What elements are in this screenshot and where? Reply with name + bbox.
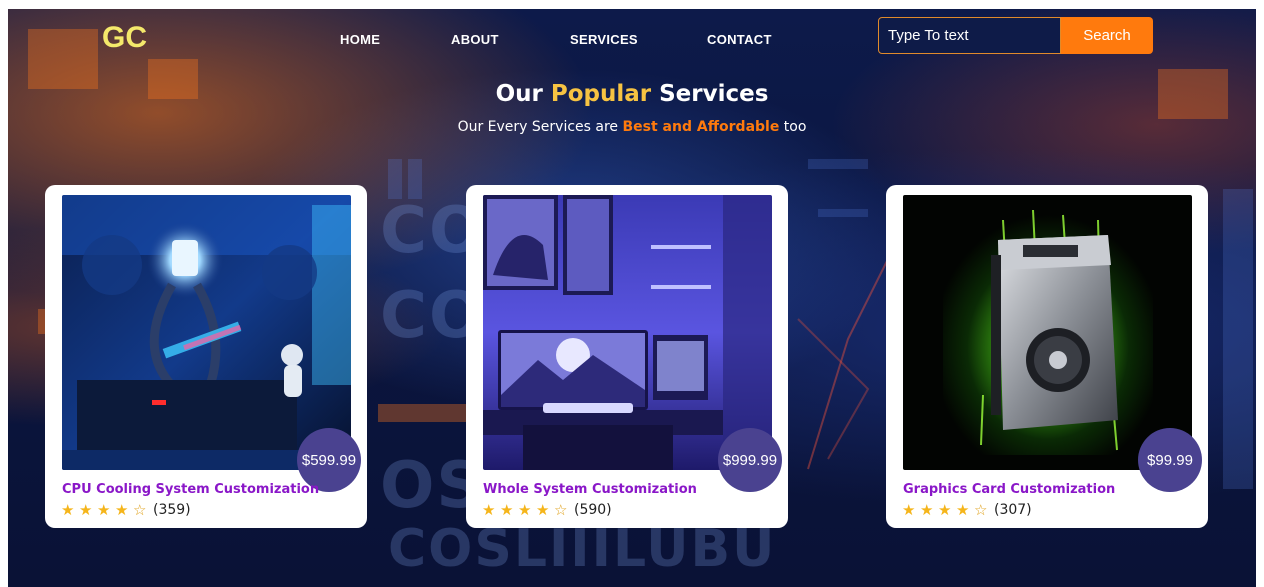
section-subtitle: Our Every Services are Best and Affordab… (8, 119, 1256, 135)
star-filled-icon: ★ (97, 501, 111, 519)
section-title-part2: Services (651, 81, 769, 107)
star-empty-icon: ☆ (133, 501, 147, 519)
star-filled-icon: ★ (500, 501, 514, 519)
nav-home[interactable]: HOME (340, 32, 380, 47)
star-filled-icon: ★ (61, 501, 75, 519)
star-filled-icon: ★ (938, 501, 952, 519)
pc-cooling-image (62, 195, 351, 470)
star-filled-icon: ★ (482, 501, 496, 519)
desk-setup-image (483, 195, 772, 470)
service-card[interactable]: $999.99 Whole System Customization ★ ★ ★… (466, 185, 788, 528)
price-badge: $999.99 (718, 428, 782, 492)
rating: ★ ★ ★ ★ ☆ (590) (482, 501, 612, 519)
search-input[interactable] (878, 17, 1061, 54)
rating: ★ ★ ★ ★ ☆ (359) (61, 501, 191, 519)
star-empty-icon: ☆ (974, 501, 988, 519)
star-filled-icon: ★ (115, 501, 129, 519)
section-title-accent: Popular (550, 81, 652, 107)
rating: ★ ★ ★ ★ ☆ (307) (902, 501, 1032, 519)
rating-count: (359) (153, 502, 191, 518)
section-title-part1: Our (495, 81, 551, 107)
price-badge: $99.99 (1138, 428, 1202, 492)
star-filled-icon: ★ (956, 501, 970, 519)
star-filled-icon: ★ (536, 501, 550, 519)
section-subtitle-part2: too (779, 119, 807, 135)
star-filled-icon: ★ (518, 501, 532, 519)
star-empty-icon: ☆ (554, 501, 568, 519)
star-filled-icon: ★ (902, 501, 916, 519)
rating-count: (590) (574, 502, 612, 518)
card-title[interactable]: Graphics Card Customization (903, 482, 1115, 497)
logo[interactable]: GC (102, 21, 147, 55)
section-subtitle-accent: Best and Affordable (622, 119, 780, 135)
rating-count: (307) (994, 502, 1032, 518)
search-bar: Search (878, 17, 1153, 54)
section-title: Our Popular Services (8, 81, 1256, 107)
nav-contact[interactable]: CONTACT (707, 32, 772, 47)
hero-background: CO CO OSL COSLIIILUBU GC HOME ABOUT SERV… (8, 9, 1256, 587)
service-card[interactable]: $599.99 CPU Cooling System Customization… (45, 185, 367, 528)
nav-services[interactable]: SERVICES (570, 32, 638, 47)
star-filled-icon: ★ (79, 501, 93, 519)
service-card[interactable]: $99.99 Graphics Card Customization ★ ★ ★… (886, 185, 1208, 528)
section-subtitle-part1: Our Every Services are (457, 119, 623, 135)
search-button[interactable]: Search (1061, 17, 1153, 54)
card-title[interactable]: Whole System Customization (483, 482, 697, 497)
star-filled-icon: ★ (920, 501, 934, 519)
card-title[interactable]: CPU Cooling System Customization (62, 482, 319, 497)
graphics-card-image (903, 195, 1192, 470)
nav-about[interactable]: ABOUT (451, 32, 499, 47)
